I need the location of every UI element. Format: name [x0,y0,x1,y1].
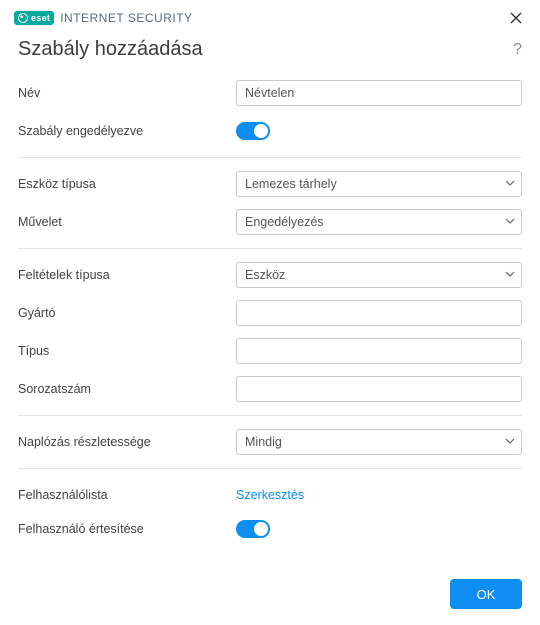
brand-text: INTERNET SECURITY [60,11,192,25]
label-criteria-type: Feltételek típusa [18,268,236,282]
serial-input[interactable] [236,376,522,402]
chevron-down-icon [505,177,515,191]
label-user-list: Felhasználólista [18,488,236,502]
label-notify-user: Felhasználó értesítése [18,522,236,536]
label-vendor: Gyártó [18,306,236,320]
label-log-severity: Naplózás részletessége [18,435,236,449]
chevron-down-icon [505,435,515,449]
footer: OK [0,567,540,625]
divider [18,468,522,469]
chevron-down-icon [505,215,515,229]
help-icon[interactable]: ? [513,41,522,59]
divider [18,415,522,416]
action-value: Engedélyezés [245,215,324,229]
titlebar: eset INTERNET SECURITY [0,0,540,34]
label-rule-enabled: Szabály engedélyezve [18,124,236,138]
label-device-type: Eszköz típusa [18,177,236,191]
label-model: Típus [18,344,236,358]
rule-enabled-toggle[interactable] [236,122,270,140]
label-action: Művelet [18,215,236,229]
criteria-type-select[interactable]: Eszköz [236,262,522,288]
log-severity-value: Mindig [245,435,282,449]
notify-user-toggle[interactable] [236,520,270,538]
chevron-down-icon [505,268,515,282]
action-select[interactable]: Engedélyezés [236,209,522,235]
name-input[interactable] [236,80,522,106]
content: Szabály hozzáadása ? Név Szabály engedél… [0,34,540,545]
label-name: Név [18,86,236,100]
device-type-value: Lemezes tárhely [245,177,337,191]
criteria-type-value: Eszköz [245,268,285,282]
device-type-select[interactable]: Lemezes tárhely [236,171,522,197]
divider [18,157,522,158]
label-serial: Sorozatszám [18,382,236,396]
close-icon[interactable] [506,8,526,28]
vendor-input[interactable] [236,300,522,326]
ok-button[interactable]: OK [450,579,522,609]
log-severity-select[interactable]: Mindig [236,429,522,455]
model-input[interactable] [236,338,522,364]
brand: eset INTERNET SECURITY [14,11,193,25]
edit-user-list-link[interactable]: Szerkesztés [236,488,304,502]
divider [18,248,522,249]
page-title: Szabály hozzáadása [18,38,203,61]
brand-logo: eset [14,11,54,25]
